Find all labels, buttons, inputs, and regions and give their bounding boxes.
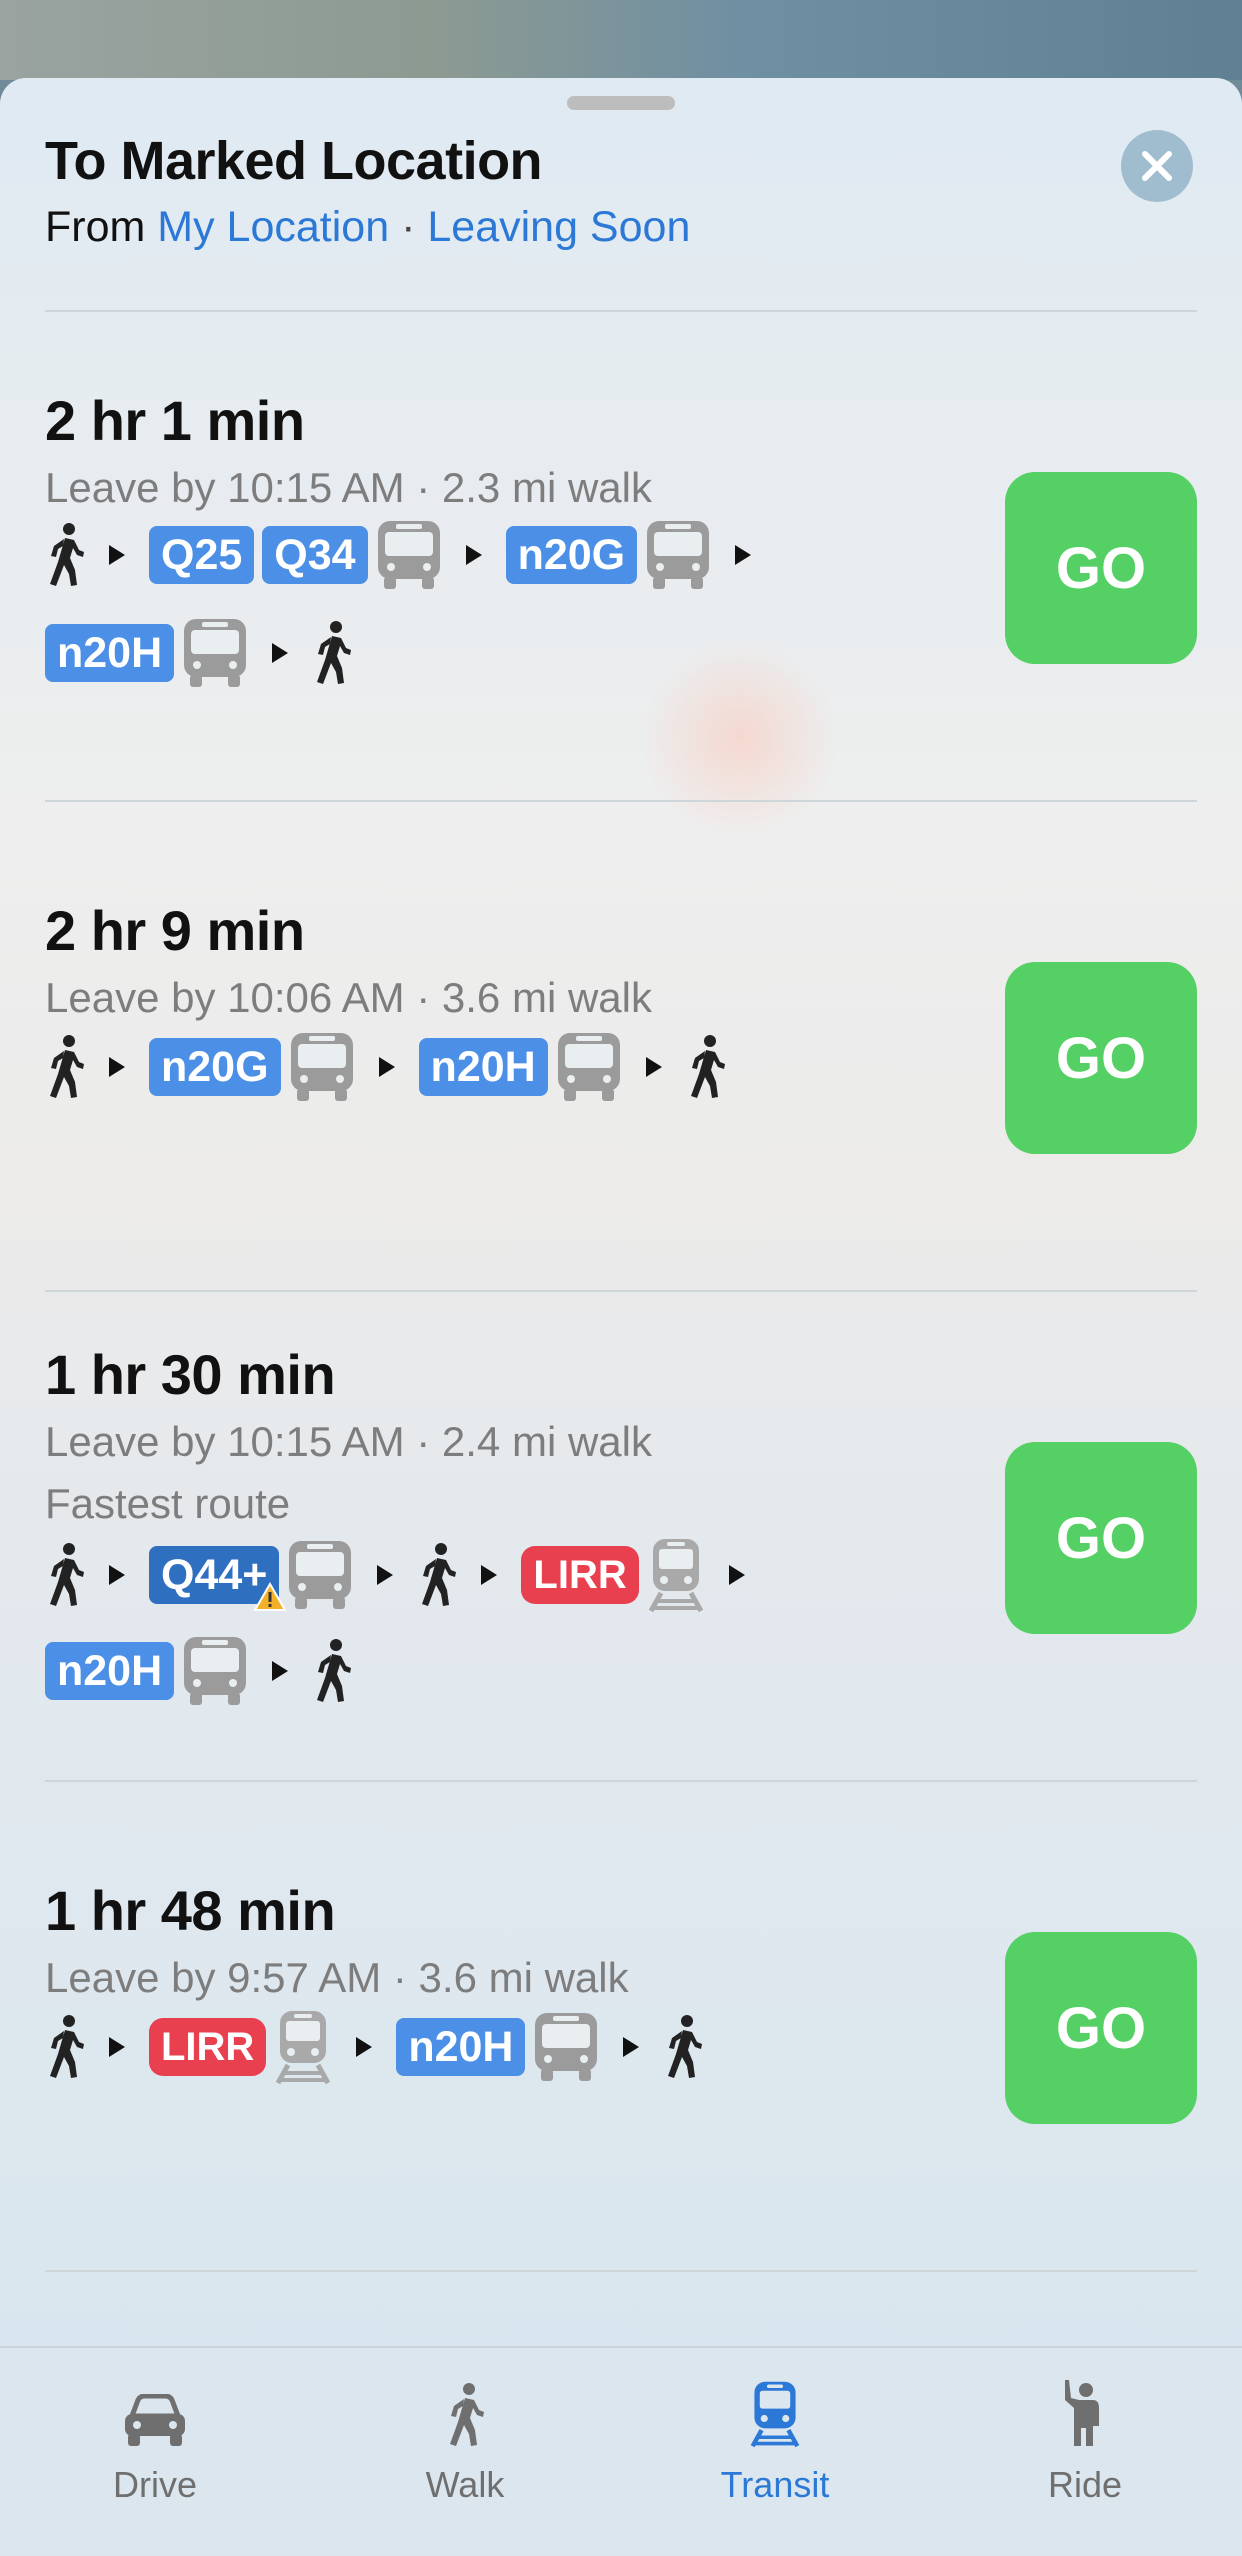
route-leave-info: Leave by 9:57 AM · 3.6 mi walk [45,1954,629,2001]
from-label: From [45,203,146,251]
bus-icon [533,2011,599,2083]
walk-icon [312,620,352,686]
line-badge-label: Q44+ [161,1550,268,1599]
tab-label: Drive [112,2464,197,2505]
line-badge: n20H [45,624,175,682]
bus-icon [556,1031,622,1103]
sheet-grabber[interactable] [567,96,675,110]
route-steps: Q25 Q34 n20G [45,522,775,588]
page-title: To Marked Location [45,131,543,191]
walk-icon [686,1034,726,1100]
tab-label: Transit [720,2464,830,2505]
route-option-1[interactable]: 2 hr 1 min Leave by 10:15 AM · 2.3 mi wa… [0,312,1242,802]
walk-icon [45,2014,85,2080]
line-badge: Q34 [262,526,368,584]
line-badge: n20G [505,526,638,584]
transport-mode-tabbar: Drive Walk Transit Ride [0,2346,1242,2556]
separator-dot: · [401,203,416,251]
step-arrow [481,1565,498,1585]
bus-icon [645,519,711,591]
walk-icon [45,522,85,588]
route-steps: LIRR n20H [45,2014,703,2080]
departure-time-link[interactable]: Leaving Soon [427,203,690,251]
go-button[interactable]: GO [1005,472,1197,664]
tab-transit[interactable]: Transit [665,2368,885,2518]
walk-icon [417,1542,457,1608]
route-steps-continued: n20H [45,1638,352,1704]
go-button[interactable]: GO [1005,1442,1197,1634]
step-arrow [109,1057,125,1077]
close-icon [1142,151,1172,181]
route-duration: 2 hr 1 min [45,389,305,452]
tab-label: Ride [1047,2464,1123,2505]
step-arrow [735,545,752,565]
route-steps-continued: n20H [45,620,352,686]
route-option-3[interactable]: 1 hr 30 min Leave by 10:15 AM · 2.4 mi w… [0,1292,1242,1782]
route-duration: 2 hr 9 min [45,899,305,962]
divider [45,2270,1197,2272]
close-button[interactable] [1121,130,1193,202]
line-badge: Q25 [149,526,255,584]
line-badge: n20H [45,1642,175,1700]
step-arrow [109,1565,125,1585]
route-steps: n20G n20H [45,1034,726,1100]
step-arrow [728,1565,745,1585]
route-option-4[interactable]: 1 hr 48 min Leave by 9:57 AM · 3.6 mi wa… [0,1782,1242,2272]
line-badge: n20H [396,2018,526,2076]
tab-ride[interactable]: Ride [975,2368,1195,2518]
go-button[interactable]: GO [1005,1932,1197,2124]
bus-icon [182,617,248,689]
step-arrow [109,545,125,565]
route-duration: 1 hr 30 min [45,1343,336,1406]
walk-icon [45,1034,85,1100]
step-arrow [623,2037,640,2057]
step-arrow [272,1661,289,1681]
step-arrow [272,643,289,663]
route-note: Fastest route [45,1480,291,1527]
route-origin-line: From My Location · Leaving Soon [45,203,690,252]
route-leave-info: Leave by 10:15 AM · 2.3 mi walk [45,464,652,511]
line-badge: LIRR [521,1546,639,1604]
go-button[interactable]: GO [1005,962,1197,1154]
route-duration: 1 hr 48 min [45,1879,336,1942]
tab-walk[interactable]: Walk [355,2368,575,2518]
bus-icon [182,1635,248,1707]
directions-sheet: To Marked Location From My Location · Le… [0,78,1242,2556]
route-leave-info: Leave by 10:15 AM · 2.4 mi walk [45,1418,652,1465]
step-arrow [645,1057,662,1077]
line-badge: LIRR [149,2018,267,2076]
bus-icon [287,1539,353,1611]
line-badge: n20H [418,1038,548,1096]
tab-label: Walk [425,2464,505,2505]
step-arrow [356,2037,373,2057]
step-arrow [465,545,482,565]
bus-icon [289,1031,355,1103]
train-icon [647,1537,705,1613]
walk-icon [45,1542,85,1608]
bus-icon [376,519,442,591]
from-location-link[interactable]: My Location [157,203,389,251]
warning-icon [253,1582,288,1611]
ride-icon [1065,2380,1099,2446]
route-leave-info: Leave by 10:06 AM · 3.6 mi walk [45,974,652,1021]
line-badge: Q44+ [149,1546,288,1611]
walk-icon [663,2014,703,2080]
step-arrow [377,1565,394,1585]
walk-icon [312,1638,352,1704]
step-arrow [378,1057,395,1077]
train-icon [274,2009,332,2085]
step-arrow [109,2037,125,2057]
map-background [0,0,1242,80]
walk-icon [450,2383,484,2446]
route-steps: Q44+ LIRR [45,1542,769,1608]
route-option-2[interactable]: 2 hr 9 min Leave by 10:06 AM · 3.6 mi wa… [0,802,1242,1292]
car-icon [125,2394,185,2446]
train-icon [750,2381,800,2448]
tab-drive[interactable]: Drive [45,2368,265,2518]
line-badge: n20G [149,1038,281,1096]
